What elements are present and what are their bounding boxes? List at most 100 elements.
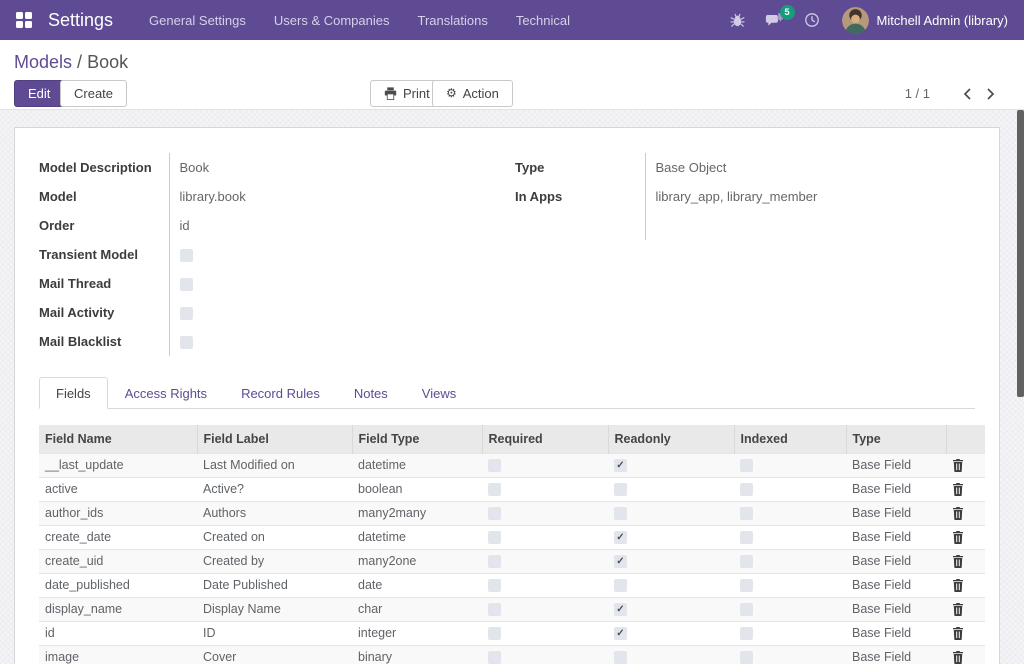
cell-field-type: many2one bbox=[352, 548, 482, 573]
cell-readonly bbox=[608, 596, 734, 621]
cell-readonly bbox=[608, 524, 734, 549]
delete-row-button[interactable] bbox=[946, 620, 985, 645]
table-row-image[interactable]: image Cover binary Base Field bbox=[39, 644, 985, 664]
delete-row-button[interactable] bbox=[946, 476, 985, 501]
cell-type: Base Field bbox=[846, 572, 946, 597]
col-header-field-label[interactable]: Field Label bbox=[196, 425, 352, 453]
messages-button[interactable]: 5 bbox=[755, 4, 795, 36]
delete-row-button[interactable] bbox=[946, 500, 985, 525]
table-row-create-date[interactable]: create_dateCreated ondatetime Base Field bbox=[39, 524, 985, 549]
table-row-display-name[interactable]: display_nameDisplay Namechar Base Field bbox=[39, 596, 985, 621]
tab-record-rules[interactable]: Record Rules bbox=[224, 377, 337, 409]
table-row-last-update[interactable]: __last_updateLast Modified ondatetime Bas… bbox=[39, 452, 985, 477]
activities-button[interactable] bbox=[794, 4, 830, 36]
col-header-indexed[interactable]: Indexed bbox=[733, 425, 846, 453]
cell-required bbox=[482, 500, 608, 525]
nav-item-translations[interactable]: Translations bbox=[404, 0, 502, 41]
apps-menu-icon[interactable] bbox=[16, 12, 32, 28]
button-row: Edit Create Print ⚙ Action 1 / 1 bbox=[0, 80, 1024, 108]
cell-required bbox=[482, 572, 608, 597]
form-value-model: library.book bbox=[168, 182, 499, 211]
cell-field-label: Last Modified on bbox=[197, 452, 352, 477]
checkbox-transient-model bbox=[179, 249, 193, 263]
cell-field-label: Cover bbox=[197, 644, 352, 664]
cell-field-name: __last_update bbox=[39, 452, 197, 477]
pager-next-button[interactable] bbox=[979, 84, 1002, 104]
form-row-type: Type Base Object bbox=[515, 153, 975, 182]
message-count-badge: 5 bbox=[779, 5, 795, 20]
debug-menu-button[interactable] bbox=[720, 4, 755, 36]
trash-icon bbox=[953, 650, 963, 664]
avatar[interactable] bbox=[841, 6, 869, 34]
table-row-date-published[interactable]: date_published Date Published date Base Fie… bbox=[39, 572, 985, 597]
checkbox-indexed bbox=[740, 531, 753, 545]
model-form: Model Description Book Model library.book Or… bbox=[15, 128, 999, 356]
delete-row-button[interactable] bbox=[946, 572, 985, 597]
form-label-in-apps: In Apps bbox=[515, 189, 563, 204]
cell-indexed bbox=[734, 596, 846, 621]
col-header-field-type[interactable]: Field Type bbox=[351, 425, 482, 453]
pager: 1 / 1 bbox=[905, 80, 1002, 107]
vertical-scrollbar[interactable] bbox=[1016, 110, 1024, 664]
table-row-active[interactable]: active Active? boolean Base Field bbox=[39, 476, 985, 501]
user-menu[interactable]: Mitchell Admin (library) bbox=[877, 13, 1008, 28]
checkbox-mail-thread bbox=[179, 278, 193, 292]
chevron-left-icon bbox=[963, 87, 971, 100]
cell-field-name: date_published bbox=[39, 572, 197, 597]
tab-fields[interactable]: Fields bbox=[39, 377, 108, 409]
nav-item-users-companies[interactable]: Users & Companies bbox=[260, 0, 404, 41]
checkbox-required bbox=[488, 483, 501, 497]
notebook-tabs: Fields Access Rights Record Rules Notes View… bbox=[39, 377, 975, 409]
breadcrumb-models-link[interactable]: Models bbox=[14, 52, 72, 72]
nav-item-technical[interactable]: Technical bbox=[502, 0, 584, 41]
cell-required bbox=[482, 476, 608, 501]
tab-views[interactable]: Views bbox=[405, 377, 473, 409]
clock-icon bbox=[804, 13, 819, 27]
cell-field-type: char bbox=[352, 596, 482, 621]
form-row-model: Model library.book bbox=[39, 182, 499, 211]
delete-row-button[interactable] bbox=[946, 644, 985, 664]
create-button[interactable]: Create bbox=[60, 80, 128, 107]
delete-row-button[interactable] bbox=[946, 548, 985, 573]
edit-button[interactable]: Edit bbox=[14, 80, 65, 107]
col-header-required[interactable]: Required bbox=[481, 425, 608, 453]
checkbox-indexed bbox=[740, 555, 753, 569]
cell-type: Base Field bbox=[846, 644, 946, 664]
action-button[interactable]: ⚙ Action bbox=[432, 80, 513, 107]
table-row-author-ids[interactable]: author_ids Authors many2many Base Field bbox=[39, 500, 985, 525]
table-row-id[interactable]: idIDinteger Base Field bbox=[39, 620, 985, 645]
app-title[interactable]: Settings bbox=[48, 10, 113, 31]
nav-item-general-settings[interactable]: General Settings bbox=[135, 0, 260, 41]
tab-access-rights[interactable]: Access Rights bbox=[108, 377, 224, 409]
pager-value: 1 / 1 bbox=[904, 86, 930, 101]
checkbox-indexed bbox=[740, 627, 753, 641]
col-header-field-name[interactable]: Field Name bbox=[39, 425, 197, 453]
trash-icon bbox=[953, 578, 963, 592]
delete-row-button[interactable] bbox=[946, 524, 985, 549]
delete-row-button[interactable] bbox=[946, 596, 985, 621]
content-area: Model Description Book Model library.book Or… bbox=[0, 110, 1024, 664]
cell-field-name: active bbox=[39, 476, 197, 501]
form-row-in-apps: In Apps library_app, library_member bbox=[515, 182, 975, 211]
checkbox-indexed bbox=[740, 579, 753, 593]
cell-required bbox=[482, 596, 608, 621]
bug-icon bbox=[729, 13, 745, 27]
pager-previous-button[interactable] bbox=[956, 84, 979, 104]
delete-row-button[interactable] bbox=[946, 452, 985, 477]
scrollbar-thumb[interactable] bbox=[1017, 110, 1024, 397]
form-row-empty bbox=[515, 211, 975, 240]
tab-notes[interactable]: Notes bbox=[337, 377, 405, 409]
col-header-type[interactable]: Type bbox=[845, 425, 946, 453]
cell-type: Base Field bbox=[846, 500, 946, 525]
form-label-model-description: Model Description bbox=[39, 160, 152, 175]
col-header-readonly[interactable]: Readonly bbox=[607, 425, 734, 453]
form-value-type: Base Object bbox=[644, 153, 975, 182]
cell-field-label: Created by bbox=[197, 548, 352, 573]
cell-field-type: integer bbox=[352, 620, 482, 645]
cell-field-name: display_name bbox=[39, 596, 197, 621]
cell-field-label: Display Name bbox=[197, 596, 352, 621]
table-row-create-uid[interactable]: create_uidCreated bymany2one Base Field bbox=[39, 548, 985, 573]
cell-type: Base Field bbox=[846, 548, 946, 573]
right-group-body: Type Base Object In Apps library_app, libra… bbox=[515, 153, 975, 240]
form-value-in-apps: library_app, library_member bbox=[644, 182, 975, 211]
